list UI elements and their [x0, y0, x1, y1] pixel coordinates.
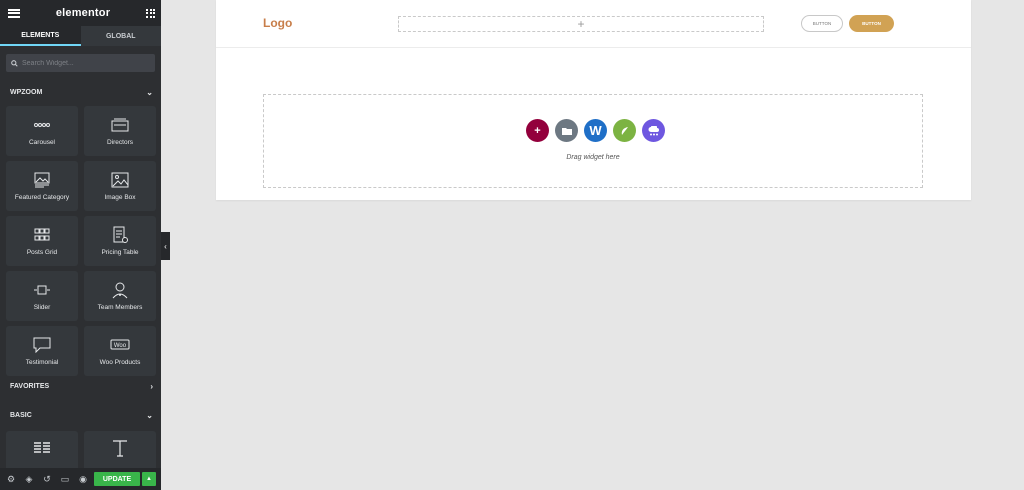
widget-testimonial[interactable]: Testimonial: [6, 326, 78, 376]
widget-label: Featured Category: [14, 194, 70, 201]
envato-elements-icon[interactable]: [613, 119, 636, 142]
widget-directors[interactable]: Directors: [84, 106, 156, 156]
widget-label: Slider: [33, 304, 51, 311]
section-favorites-label: FAVORITES: [10, 382, 50, 390]
pricing-table-icon: [112, 226, 128, 244]
wpzoom-widget-grid: Carousel Directors Featured Category Ima…: [0, 106, 161, 376]
image-box-icon: [111, 171, 129, 189]
panel-tabs: ELEMENTS GLOBAL: [0, 26, 161, 46]
svg-text:Woo: Woo: [114, 343, 127, 349]
template-library-icon[interactable]: [555, 119, 578, 142]
featured-category-icon: [34, 171, 50, 189]
search-input[interactable]: [18, 59, 142, 67]
update-button[interactable]: UPDATE: [94, 472, 140, 486]
posts-grid-icon: [34, 226, 50, 244]
testimonial-icon: [33, 336, 51, 354]
section-wpzoom[interactable]: WPZOOM ⌄: [0, 78, 161, 106]
tab-global[interactable]: GLOBAL: [80, 26, 161, 46]
widget-label: Woo Products: [99, 359, 141, 366]
responsive-mode-icon[interactable]: ▭: [59, 473, 71, 485]
widget-posts-grid[interactable]: Posts Grid: [6, 216, 78, 266]
widget-featured-category[interactable]: Featured Category: [6, 161, 78, 211]
outline-button[interactable]: BUTTON: [801, 15, 843, 32]
preview-eye-icon[interactable]: ◉: [77, 473, 89, 485]
widget-label: Posts Grid: [26, 249, 58, 256]
chevron-down-icon: ⌄: [146, 87, 153, 97]
section-basic-label: BASIC: [10, 411, 32, 419]
drag-widget-hint: Drag widget here: [566, 154, 620, 161]
heading-icon: [112, 439, 128, 457]
basic-widget-grid: [6, 431, 156, 471]
widget-label: Directors: [106, 139, 133, 146]
tab-elements[interactable]: ELEMENTS: [0, 26, 81, 46]
add-section-toolbar: + W: [526, 119, 671, 142]
widget-inner-section[interactable]: [6, 431, 78, 471]
widget-slider[interactable]: Slider: [6, 271, 78, 321]
slider-icon: [33, 281, 51, 299]
widget-label: Image Box: [104, 194, 136, 201]
navigator-icon[interactable]: ◈: [23, 473, 35, 485]
panel-collapse-toggle[interactable]: ‹: [161, 232, 170, 260]
widget-label: Carousel: [28, 139, 55, 146]
directors-icon: [111, 116, 129, 134]
site-logo[interactable]: Logo: [263, 16, 292, 30]
header-add-widget[interactable]: +: [398, 16, 764, 32]
carousel-icon: [33, 116, 51, 134]
section-wpzoom-label: WPZOOM: [10, 88, 43, 96]
wpzoom-icon[interactable]: W: [584, 119, 607, 142]
widget-carousel[interactable]: Carousel: [6, 106, 78, 156]
apps-grid-icon[interactable]: [146, 8, 155, 18]
gear-icon[interactable]: ⚙: [5, 473, 17, 485]
widget-woo-products[interactable]: Woo Woo Products: [84, 326, 156, 376]
header-section[interactable]: Logo + BUTTON BUTTON: [216, 0, 971, 48]
chevron-right-icon: ›: [150, 381, 153, 391]
widget-image-box[interactable]: Image Box: [84, 161, 156, 211]
panel-header: elementor: [0, 0, 161, 26]
add-section-icon[interactable]: +: [526, 119, 549, 142]
history-icon[interactable]: ↺: [41, 473, 53, 485]
widget-label: Team Members: [97, 304, 143, 311]
section-favorites[interactable]: FAVORITES ›: [0, 372, 161, 400]
widget-heading[interactable]: [84, 431, 156, 471]
widget-pricing-table[interactable]: Pricing Table: [84, 216, 156, 266]
columns-icon: [33, 439, 51, 457]
chevron-down-icon: ⌄: [146, 410, 153, 420]
widget-team-members[interactable]: Team Members: [84, 271, 156, 321]
filled-button[interactable]: BUTTON: [849, 15, 894, 32]
panel-footer: ⚙ ◈ ↺ ▭ ◉ UPDATE ▲: [0, 468, 161, 490]
brand-logo: elementor: [55, 7, 111, 19]
widget-label: Testimonial: [25, 359, 59, 366]
section-basic[interactable]: BASIC ⌄: [0, 401, 161, 429]
empty-section-dropzone[interactable]: + W Drag widget here: [263, 94, 923, 188]
page-canvas: Logo + BUTTON BUTTON + W Drag widget her…: [216, 0, 971, 200]
search-icon: [11, 59, 18, 67]
woo-products-icon: Woo: [110, 336, 130, 354]
widget-label: Pricing Table: [101, 249, 139, 256]
update-options-icon[interactable]: ▲: [142, 472, 156, 486]
cloud-templates-icon[interactable]: [642, 119, 665, 142]
menu-icon[interactable]: [8, 8, 20, 18]
elementor-panel: elementor ELEMENTS GLOBAL WPZOOM ⌄ Carou…: [0, 0, 161, 490]
chevron-left-icon: ‹: [164, 241, 167, 251]
team-members-icon: [111, 281, 129, 299]
search-box: [6, 54, 155, 72]
